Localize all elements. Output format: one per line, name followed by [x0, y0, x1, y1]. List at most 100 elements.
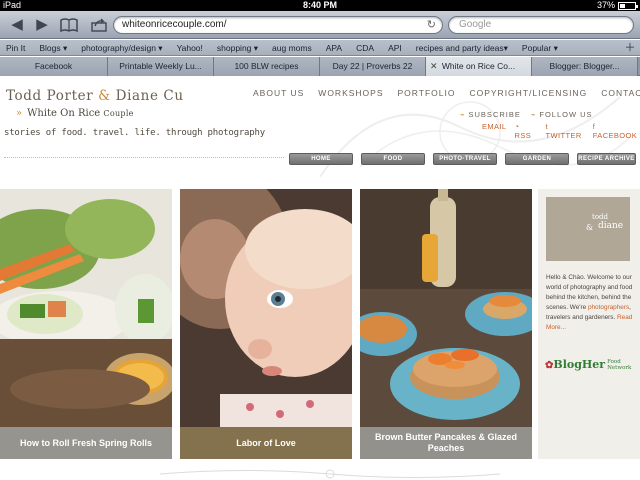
bookmark-item[interactable]: recipes and party ideas▾ — [410, 40, 508, 55]
photographers-link[interactable]: photographers — [588, 304, 629, 311]
logo-line2: diane — [598, 221, 624, 231]
blogher-badge[interactable]: ✿BlogHer Food Network — [545, 358, 631, 371]
post-card[interactable]: How to Roll Fresh Spring Rolls — [0, 189, 172, 459]
post-title[interactable]: Labor of Love — [180, 427, 352, 459]
bookmark-item[interactable]: API — [382, 40, 402, 55]
tab-blw-recipes[interactable]: 100 BLW recipes — [214, 57, 320, 76]
tab-label: Day 22 | Proverbs 22 — [332, 61, 413, 71]
share-action-icon[interactable] — [88, 15, 110, 35]
web-page: Todd Porter & Diane Cu » White On Rice Co… — [0, 77, 640, 480]
subscribe-heading: ⌁ SUBSCRIBE — [460, 110, 521, 119]
site-title-part: Todd Porter — [6, 88, 99, 104]
tab-white-on-rice[interactable]: ✕ White on Rice Co... — [426, 57, 532, 76]
site-tagline: stories of food. travel. life. through p… — [4, 128, 265, 138]
blogher-label: BlogHer — [553, 358, 606, 371]
back-arrow-icon[interactable]: ◀ — [6, 15, 28, 35]
battery-icon — [618, 2, 638, 10]
bookmark-item[interactable]: Pin It — [0, 40, 25, 55]
post-title[interactable]: Brown Butter Pancakes & Glazed Peaches — [360, 427, 532, 459]
facebook-label: FACEBOOK — [592, 131, 638, 140]
tab-proverbs[interactable]: Day 22 | Proverbs 22 — [320, 57, 426, 76]
rss-link[interactable]: ◔ RSS — [515, 122, 538, 140]
post-card[interactable]: Brown Butter Pancakes & Glazed Peaches — [360, 189, 532, 459]
bookmark-item[interactable]: Blogs ▾ — [33, 40, 67, 55]
cat-garden-button[interactable]: GARDEN — [505, 153, 569, 165]
twitter-label: TWITTER — [545, 131, 582, 140]
site-title[interactable]: Todd Porter & Diane Cu — [6, 88, 184, 104]
site-title-amp: & — [98, 88, 111, 104]
blogher-sub: Network — [607, 365, 632, 371]
clock: 8:40 PM — [302, 0, 337, 10]
cat-recipe-archive-button[interactable]: RECIPE ARCHIVE — [577, 153, 636, 165]
bookmarks-bar: Pin It Blogs ▾ photography/design ▾ Yaho… — [0, 40, 640, 56]
sidebar: todd & diane Hello & Chào. Welcome to ou… — [538, 189, 640, 459]
footer-ornament — [160, 469, 500, 479]
tab-label: White on Rice Co... — [441, 61, 516, 71]
post-title[interactable]: How to Roll Fresh Spring Rolls — [0, 427, 172, 459]
browser-toolbar: ◀ ▶ whiteonricecouple.com/ ↻ Google — [0, 11, 640, 39]
nav-contact[interactable]: CONTACT — [601, 88, 640, 98]
new-tab-plus-icon[interactable]: ＋ — [624, 42, 636, 54]
baby-photo — [180, 189, 352, 427]
double-chevron-icon: » — [16, 108, 23, 119]
dotted-divider — [4, 157, 284, 158]
tab-facebook[interactable]: Facebook — [0, 57, 108, 76]
bookmark-item[interactable]: Yahoo! — [171, 40, 203, 55]
bookmark-item[interactable]: shopping ▾ — [211, 40, 258, 55]
bookmark-item[interactable]: Popular ▾ — [516, 40, 558, 55]
bookmarks-book-icon[interactable] — [58, 15, 80, 35]
cat-home-button[interactable]: HOME — [289, 153, 353, 165]
email-link[interactable]: EMAIL — [482, 122, 507, 140]
todd-diane-logo[interactable]: todd & diane — [546, 197, 630, 261]
twitter-link[interactable]: t TWITTER — [546, 122, 585, 140]
tab-label: 100 BLW recipes — [234, 61, 299, 71]
rss-label: RSS — [514, 131, 532, 140]
close-tab-icon[interactable]: ✕ — [430, 57, 438, 76]
nav-copyright[interactable]: COPYRIGHT/LICENSING — [469, 88, 587, 98]
bookmark-item[interactable]: APA — [320, 40, 342, 55]
tab-label: Facebook — [34, 61, 73, 71]
reload-icon[interactable]: ↻ — [427, 17, 436, 33]
logo-amp: & — [586, 223, 594, 232]
tab-bar: Facebook Printable Weekly Lu... 100 BLW … — [0, 57, 640, 76]
logo-line1: todd — [592, 213, 608, 221]
url-text: whiteonricecouple.com/ — [122, 19, 227, 30]
post-card[interactable]: Labor of Love — [180, 189, 352, 459]
top-navigation: ABOUT US WORKSHOPS PORTFOLIO COPYRIGHT/L… — [253, 88, 640, 98]
status-bar: iPad 8:40 PM 37% — [0, 0, 640, 11]
nav-about[interactable]: ABOUT US — [253, 88, 304, 98]
cat-food-button[interactable]: FOOD — [361, 153, 425, 165]
pancakes-photo — [360, 189, 532, 427]
tab-label: Blogger: Blogger... — [549, 61, 620, 71]
site-title-part: Diane Cu — [110, 88, 184, 104]
brand-name[interactable]: » White On Rice Couple — [16, 108, 134, 119]
rss-icon: ◔ — [514, 122, 520, 131]
tab-label: Printable Weekly Lu... — [119, 61, 202, 71]
url-field[interactable]: whiteonricecouple.com/ ↻ — [113, 16, 443, 34]
bookmark-item[interactable]: photography/design ▾ — [75, 40, 162, 55]
battery-indicator: 37% — [596, 0, 638, 11]
nav-workshops[interactable]: WORKSHOPS — [318, 88, 383, 98]
search-input[interactable]: Google — [448, 16, 634, 34]
spring-rolls-photo — [0, 189, 172, 427]
bookmark-item[interactable]: aug moms — [266, 40, 312, 55]
category-navigation: HOME FOOD PHOTO-TRAVEL GARDEN RECIPE ARC… — [289, 153, 636, 165]
about-blurb: Hello & Chào. Welcome to our world of ph… — [546, 273, 636, 333]
bird-icon: ⌁ — [530, 110, 537, 119]
tab-blogger[interactable]: Blogger: Blogger... — [532, 57, 638, 76]
brand-prefix: White On Rice — [27, 108, 104, 119]
bookmark-item[interactable]: CDA — [350, 40, 374, 55]
twitter-icon: t — [545, 122, 548, 131]
battery-percent: 37% — [596, 0, 615, 10]
brand-suffix: Couple — [103, 109, 134, 118]
nav-portfolio[interactable]: PORTFOLIO — [398, 88, 456, 98]
search-placeholder: Google — [459, 19, 492, 30]
facebook-link[interactable]: f FACEBOOK — [593, 122, 640, 140]
tab-printable[interactable]: Printable Weekly Lu... — [108, 57, 214, 76]
cat-photo-travel-button[interactable]: PHOTO-TRAVEL — [433, 153, 497, 165]
follow-heading: ⌁ FOLLOW US — [531, 110, 593, 119]
facebook-icon: f — [592, 122, 596, 131]
forward-arrow-icon[interactable]: ▶ — [31, 15, 53, 35]
social-links: ⌁ SUBSCRIBE ⌁ FOLLOW US EMAIL ◔ RSS t TWIT… — [460, 110, 640, 140]
follow-label: FOLLOW US — [539, 110, 593, 119]
